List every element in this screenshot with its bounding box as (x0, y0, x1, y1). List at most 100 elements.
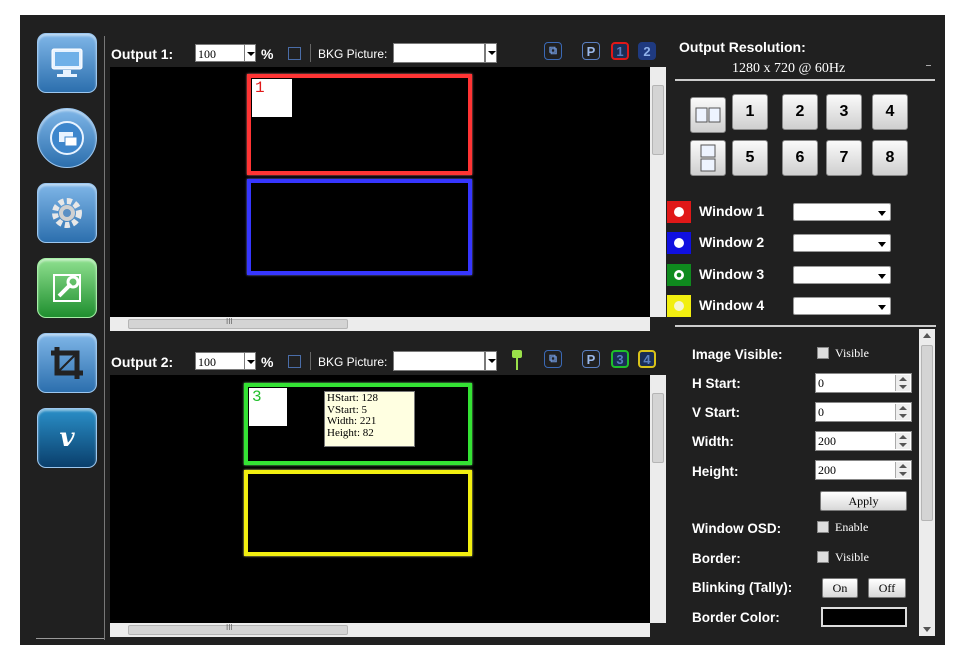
layout-button-5[interactable]: 5 (732, 140, 768, 176)
output2-vscroll[interactable] (650, 375, 666, 623)
v-start-spinner[interactable] (895, 404, 910, 420)
output2-bkg-dropdown[interactable] (485, 351, 497, 371)
v-start-input[interactable]: 0 (815, 402, 912, 422)
output1-window-1-tag: 1 (252, 79, 292, 117)
window-4-color-swatch[interactable] (667, 295, 691, 317)
border-checkbox-label: Visible (835, 550, 869, 564)
output1-p-badge[interactable]: P (582, 42, 600, 60)
border-checkbox[interactable] (817, 551, 829, 563)
blinking-off-button[interactable]: Off (868, 578, 906, 598)
vimeo-icon: v (59, 423, 75, 453)
sidebar-vimeo-button[interactable]: v (37, 408, 97, 468)
layout-button-2[interactable]: 2 (782, 94, 818, 130)
layout-stacked-button[interactable] (690, 140, 726, 176)
output1-window-2[interactable] (247, 179, 472, 275)
dot-icon (674, 270, 684, 280)
output1-vscroll[interactable] (650, 67, 666, 317)
window-osd-checkbox[interactable] (817, 521, 829, 533)
layout-button-7[interactable]: 7 (826, 140, 862, 176)
h-start-spinner[interactable] (895, 375, 910, 391)
output-resolution-value: 1280 x 720 @ 60Hz (732, 61, 846, 76)
output2-bkg-select[interactable] (393, 351, 485, 371)
width-input[interactable]: 200 (815, 431, 912, 451)
window-2-source-select[interactable] (793, 234, 891, 252)
output2-vscroll-thumb[interactable] (652, 393, 664, 463)
sidebar-crop-button[interactable] (37, 333, 97, 393)
dot-icon (674, 238, 684, 248)
output-resolution-title: Output Resolution: (679, 39, 806, 55)
window-1-source-select[interactable] (793, 203, 891, 221)
properties-vscroll[interactable] (919, 329, 935, 636)
output1-win1-badge[interactable]: 1 (611, 42, 629, 60)
dot-icon (674, 207, 684, 217)
output1-zoom-input[interactable]: 100 (195, 44, 245, 62)
output1-hscroll[interactable]: III (110, 317, 650, 331)
output2-bkg-label: BKG Picture: (318, 355, 388, 369)
window-3-color-swatch[interactable] (667, 264, 691, 286)
layout-button-4[interactable]: 4 (872, 94, 908, 130)
output2-pct: % (261, 354, 274, 370)
width-value: 200 (818, 434, 836, 448)
output1-vscroll-thumb[interactable] (652, 85, 664, 155)
properties-vscroll-up[interactable] (923, 333, 931, 338)
blinking-on-button[interactable]: On (822, 578, 858, 598)
v-start-value: 0 (818, 405, 824, 419)
properties-vscroll-thumb[interactable] (921, 345, 933, 521)
output1-win2-badge[interactable]: 2 (638, 42, 656, 60)
image-visible-label: Image Visible: (692, 347, 783, 362)
window-3-source-select[interactable] (793, 266, 891, 284)
output2-pin-icon[interactable] (512, 350, 522, 370)
layout-button-8[interactable]: 8 (872, 140, 908, 176)
output2-zoom-input[interactable]: 100 (195, 352, 245, 370)
output1-hscroll-thumb[interactable] (128, 319, 348, 329)
sidebar-settings-button[interactable] (37, 183, 97, 243)
output2-p-badge[interactable]: P (582, 350, 600, 368)
h-start-input[interactable]: 0 (815, 373, 912, 393)
blinking-label: Blinking (Tally): (692, 580, 793, 595)
sidebar-display-button[interactable] (37, 33, 97, 93)
sidebar-divider (36, 638, 104, 639)
image-visible-checkbox[interactable] (817, 347, 829, 359)
output2-hscroll[interactable]: III (110, 623, 650, 637)
v-start-label: V Start: (692, 405, 741, 420)
output2-copy-icon[interactable]: ⧉ (544, 350, 562, 368)
output1-toolbar-sep (310, 44, 311, 62)
dot-icon (674, 301, 684, 311)
window-1-label: Window 1 (699, 203, 765, 219)
monitor-icon (51, 48, 83, 77)
height-label: Height: (692, 464, 739, 479)
output1-pct: % (261, 46, 274, 62)
height-input[interactable]: 200 (815, 460, 912, 480)
output1-copy-icon[interactable]: ⧉ (544, 42, 562, 60)
layout-side-by-side-button[interactable] (690, 97, 726, 133)
layout-button-3[interactable]: 3 (826, 94, 862, 130)
border-color-swatch[interactable] (821, 607, 907, 627)
layout-button-1[interactable]: 1 (732, 94, 768, 130)
window-4-source-select[interactable] (793, 297, 891, 315)
properties-vscroll-down[interactable] (923, 627, 931, 632)
output-resolution-select[interactable]: 1280 x 720 @ 60Hz (675, 59, 935, 81)
apply-button[interactable]: Apply (820, 491, 907, 511)
output2-hscroll-thumb[interactable] (128, 625, 348, 635)
window-1-color-swatch[interactable] (667, 201, 691, 223)
sidebar: v (0, 0, 105, 662)
sidebar-tools-button[interactable] (37, 258, 97, 318)
height-spinner[interactable] (895, 462, 910, 478)
output2-zoom-dropdown[interactable] (244, 352, 256, 370)
output1-fit-icon[interactable] (288, 47, 301, 60)
output1-bkg-dropdown[interactable] (485, 43, 497, 63)
output2-window-4[interactable] (244, 470, 472, 556)
width-spinner[interactable] (895, 433, 910, 449)
window-2-color-swatch[interactable] (667, 232, 691, 254)
output1-bkg-select[interactable] (393, 43, 485, 63)
output2-fit-icon[interactable] (288, 355, 301, 368)
chevron-down-icon (926, 65, 931, 66)
layout-button-6[interactable]: 6 (782, 140, 818, 176)
output2-window-3-tooltip: HStart: 128 VStart: 5 Width: 221 Height:… (324, 391, 415, 447)
gear-icon (52, 198, 82, 228)
output2-win3-badge[interactable]: 3 (611, 350, 629, 368)
sidebar-output-button[interactable] (37, 108, 97, 168)
output2-win4-badge[interactable]: 4 (638, 350, 656, 368)
properties-divider (675, 325, 936, 327)
output1-zoom-dropdown[interactable] (244, 44, 256, 62)
